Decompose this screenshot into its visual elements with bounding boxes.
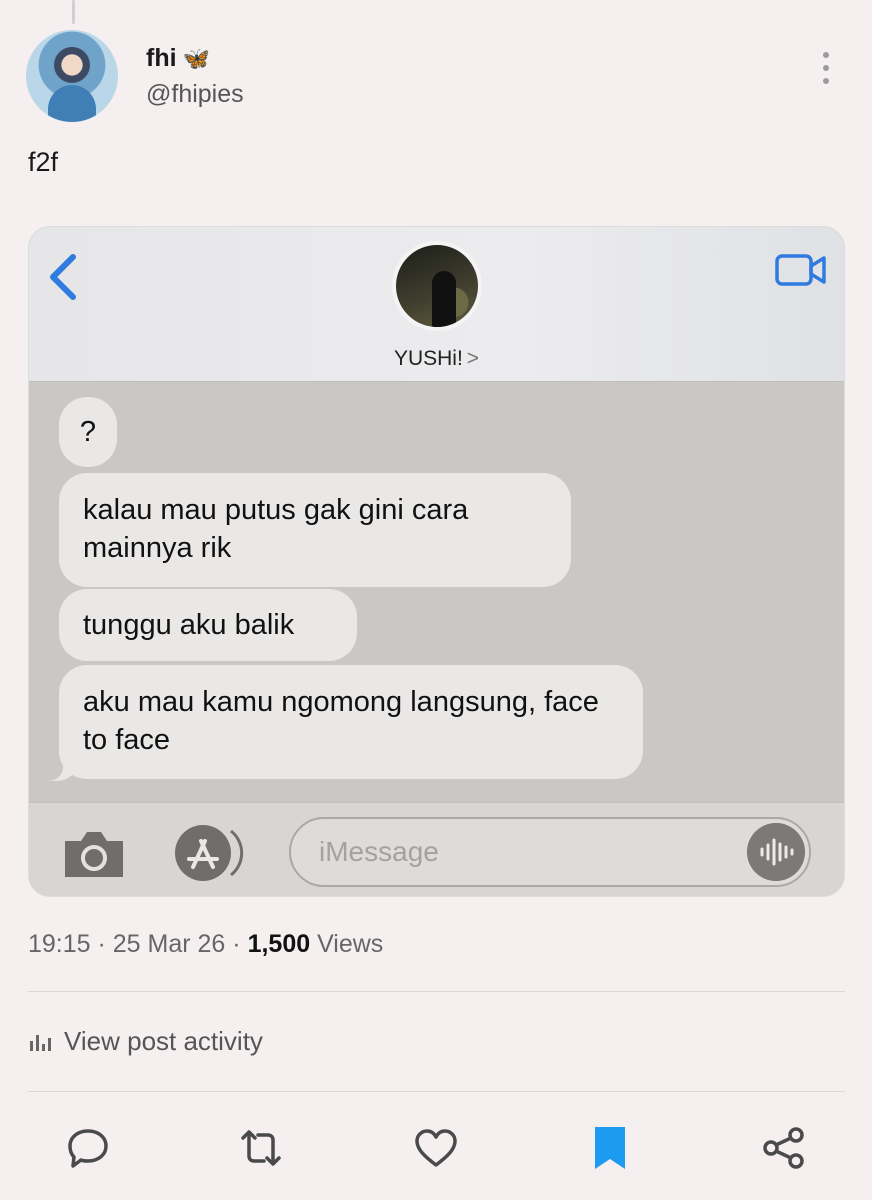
app-store-icon [175,825,244,881]
post-action-bar [0,1118,872,1178]
contact-name: YUSHi! > [29,347,844,371]
divider [28,991,845,992]
author-handle[interactable]: @fhipies [146,80,244,109]
message-bubble: kalau mau putus gak gini cara mainnya ri… [59,473,571,587]
message-bubble: aku mau kamu ngomong langsung, face to f… [59,665,643,779]
contact-name-label: YUSHi! [393,347,463,370]
post-header: fhi 🦋 @fhipies [26,30,846,126]
imessage-input-bar: iMessage [29,802,844,896]
post-timestamp: 19:15 · 25 Mar 26 · [28,930,248,958]
chevron-right-icon: > [466,347,480,370]
author-name-row[interactable]: fhi 🦋 [146,44,210,73]
views-count: 1,500 [247,930,311,958]
share-icon[interactable] [760,1124,808,1172]
view-post-activity-label: View post activity [64,1026,263,1056]
imessage-header: YUSHi! > [29,227,844,382]
author-avatar[interactable] [26,30,118,122]
imessage-placeholder: iMessage [319,836,439,867]
heart-icon[interactable] [412,1124,460,1172]
imessage-input: iMessage [289,817,811,887]
reply-icon[interactable] [64,1124,112,1172]
post-text: f2f [28,147,59,177]
contact-avatar [392,241,482,331]
message-bubble: tunggu aku balik [59,589,357,661]
views-label: Views [310,930,384,958]
view-post-activity-link[interactable]: View post activity [28,1026,263,1057]
video-camera-icon [775,254,826,286]
chevron-left-icon [50,254,76,300]
repost-icon[interactable] [237,1124,285,1172]
camera-icon [65,832,123,877]
divider [28,1091,845,1092]
more-options-icon[interactable] [818,52,834,84]
butterfly-emoji: 🦋 [182,45,210,71]
author-display-name[interactable]: fhi [146,44,177,73]
post-media-image[interactable]: YUSHi! > ? kalau mau putus gak gini cara … [28,226,845,897]
thread-line [72,0,75,24]
bookmark-icon[interactable] [586,1124,634,1172]
message-bubble: ? [59,397,117,467]
bar-chart-icon [30,1034,51,1051]
post-meta: 19:15 · 25 Mar 26 · 1,500 Views [28,930,383,959]
audio-waveform-icon [747,823,805,881]
